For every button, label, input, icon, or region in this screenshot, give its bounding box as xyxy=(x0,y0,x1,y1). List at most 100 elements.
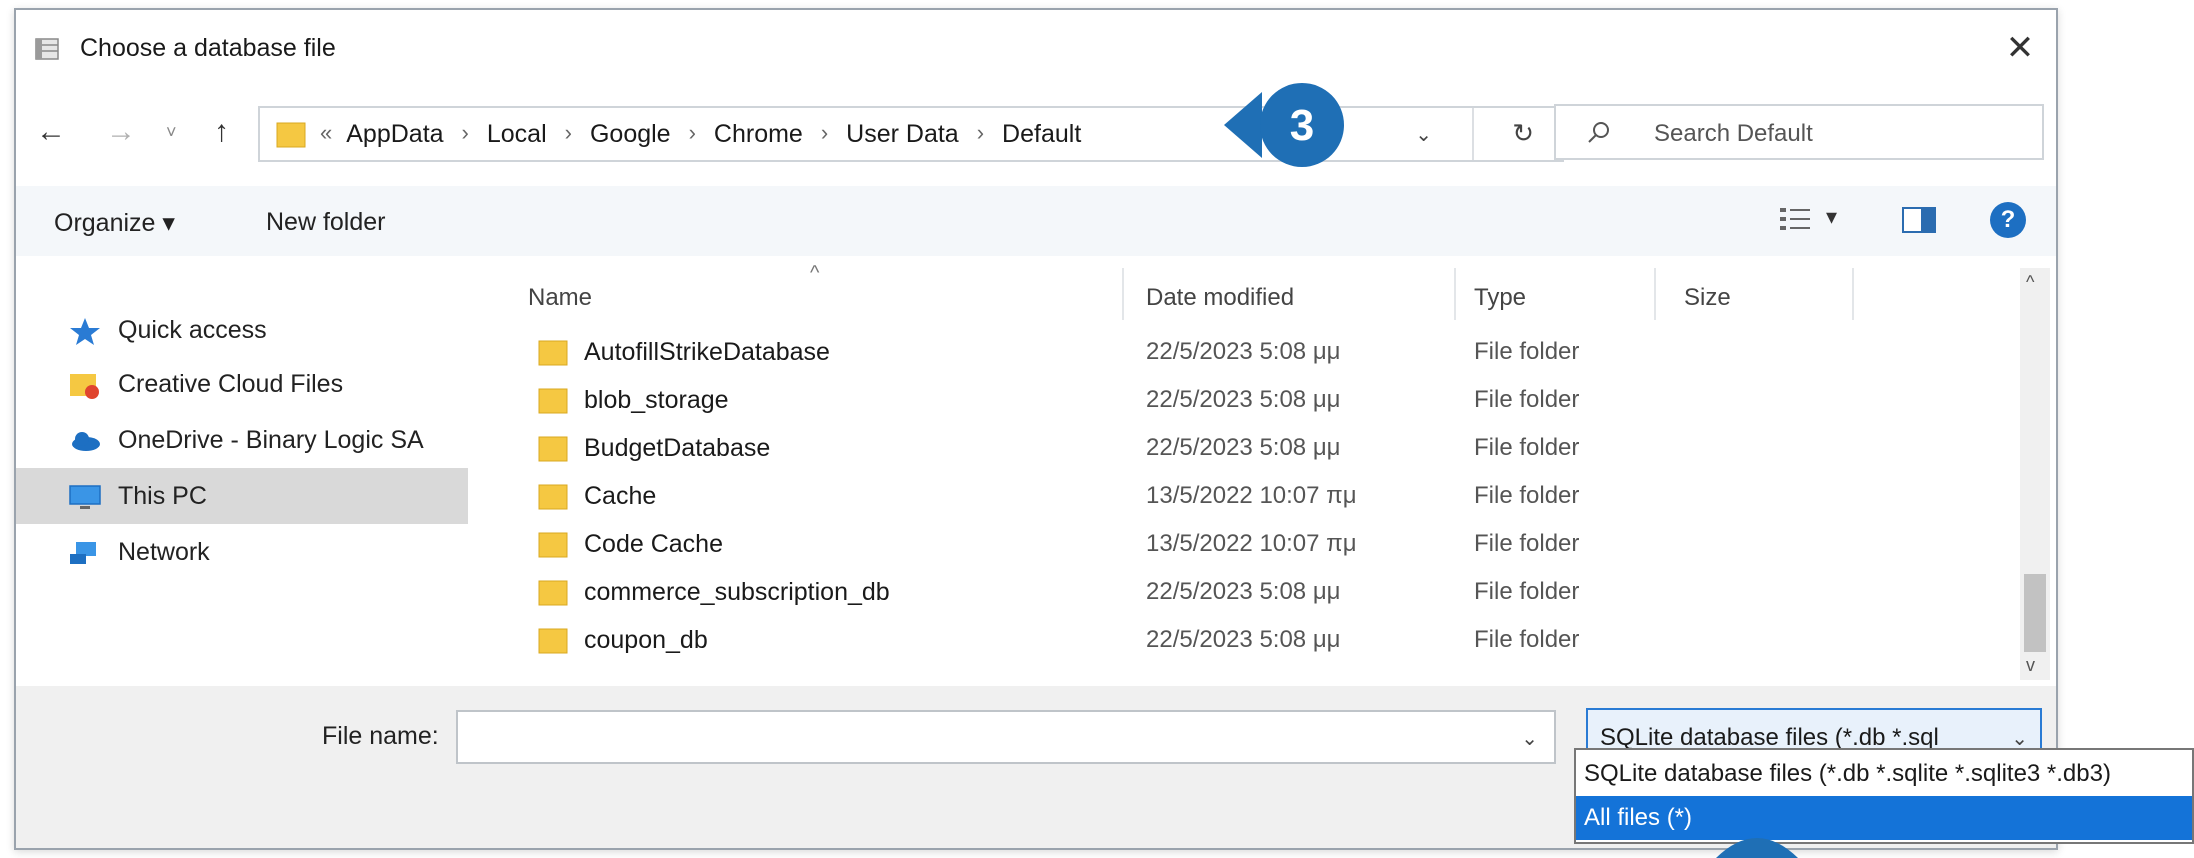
address-bar[interactable]: « AppData › Local › Google › Chrome › Us… xyxy=(258,106,1564,162)
file-type: File folder xyxy=(1474,530,1580,557)
search-icon xyxy=(1588,122,1609,143)
file-name: Cache xyxy=(584,482,657,510)
file-list: ^ Name Date modified Type Size AutofillS… xyxy=(492,262,2036,684)
file-dialog: Choose a database file ✕ ← → ˅ ↑ « AppDa… xyxy=(14,8,2058,850)
sidebar-item-quick-access[interactable]: Quick access xyxy=(16,302,468,358)
column-header-date-modified[interactable]: Date modified xyxy=(1146,284,1294,312)
scroll-thumb[interactable] xyxy=(2024,574,2046,652)
column-divider[interactable] xyxy=(1122,268,1124,320)
details-view-icon xyxy=(1780,208,1810,230)
file-name: BudgetDatabase xyxy=(584,434,771,462)
breadcrumb-item-chrome[interactable]: Chrome xyxy=(714,120,803,149)
breadcrumb-item-google[interactable]: Google xyxy=(590,120,671,149)
sidebar-item-onedrive[interactable]: OneDrive - Binary Logic SA xyxy=(16,412,468,468)
step-badge: 3 xyxy=(1224,83,1344,167)
folder-icon xyxy=(538,436,568,462)
table-row[interactable]: Code Cache 13/5/2022 10:07 πμ File folde… xyxy=(492,520,2036,568)
file-name: Code Cache xyxy=(584,530,723,558)
command-toolbar: Organize ▾ New folder ▾ ? xyxy=(16,186,2056,256)
vertical-scrollbar[interactable]: ^ v xyxy=(2020,268,2050,680)
refresh-button[interactable]: ↻ xyxy=(1512,118,1534,149)
address-dropdown-button[interactable]: ⌄ xyxy=(1415,122,1432,147)
address-divider xyxy=(1472,108,1474,160)
breadcrumb-separator[interactable]: › xyxy=(462,120,469,149)
file-name: blob_storage xyxy=(584,386,729,414)
breadcrumb-separator[interactable]: › xyxy=(689,120,696,149)
navigation-pane: Quick access Creative Cloud Files OneDri… xyxy=(16,268,478,684)
sidebar-item-label: Creative Cloud Files xyxy=(118,370,344,398)
file-type: File folder xyxy=(1474,482,1580,509)
breadcrumb-item-local[interactable]: Local xyxy=(487,120,547,149)
file-date: 22/5/2023 5:08 μμ xyxy=(1146,626,1341,653)
table-row[interactable]: AutofillStrikeDatabase 22/5/2023 5:08 μμ… xyxy=(492,328,2036,376)
preview-pane-icon[interactable] xyxy=(1902,206,1936,234)
file-type-option-all-files[interactable]: All files (*) xyxy=(1576,796,2192,840)
back-button[interactable]: ← xyxy=(36,110,66,154)
breadcrumb-item-user-data[interactable]: User Data xyxy=(846,120,959,149)
sidebar-item-label: This PC xyxy=(118,482,207,510)
folder-icon xyxy=(276,122,306,148)
column-header-size[interactable]: Size xyxy=(1684,284,1731,312)
column-header-name[interactable]: Name xyxy=(528,284,592,312)
table-row[interactable]: commerce_subscription_db 22/5/2023 5:08 … xyxy=(492,568,2036,616)
folder-icon xyxy=(538,388,568,414)
sidebar-item-label: Network xyxy=(118,538,210,566)
file-name-label: File name: xyxy=(322,722,439,750)
monitor-icon xyxy=(69,485,101,509)
table-row[interactable]: blob_storage 22/5/2023 5:08 μμ File fold… xyxy=(492,376,2036,424)
table-row[interactable]: BudgetDatabase 22/5/2023 5:08 μμ File fo… xyxy=(492,424,2036,472)
dialog-title: Choose a database file xyxy=(80,34,336,62)
breadcrumb-item-default[interactable]: Default xyxy=(1002,120,1081,149)
breadcrumb: « AppData › Local › Google › Chrome › Us… xyxy=(320,120,1081,149)
creative-cloud-folder-icon xyxy=(70,374,99,399)
folder-icon xyxy=(538,340,568,366)
breadcrumb-overflow[interactable]: « xyxy=(320,120,332,149)
column-divider[interactable] xyxy=(1454,268,1456,320)
sort-ascending-icon: ^ xyxy=(810,262,820,284)
search-box[interactable]: Search Default xyxy=(1554,104,2044,160)
file-date: 22/5/2023 5:08 μμ xyxy=(1146,434,1341,461)
table-row[interactable]: Cache 13/5/2022 10:07 πμ File folder xyxy=(492,472,2036,520)
file-name-dropdown-button[interactable]: ⌄ xyxy=(1521,726,1538,751)
file-date: 22/5/2023 5:08 μμ xyxy=(1146,338,1341,365)
folder-icon xyxy=(538,484,568,510)
file-name-field[interactable]: ⌄ xyxy=(456,710,1556,764)
sidebar-item-this-pc[interactable]: This PC xyxy=(16,468,468,524)
file-type: File folder xyxy=(1474,338,1580,365)
file-type: File folder xyxy=(1474,434,1580,461)
close-button[interactable]: ✕ xyxy=(1998,26,2042,70)
scroll-up-button[interactable]: ^ xyxy=(2026,272,2034,293)
file-date: 22/5/2023 5:08 μμ xyxy=(1146,578,1341,605)
file-type-options-list: SQLite database files (*.db *.sqlite *.s… xyxy=(1574,748,2194,844)
file-name: commerce_subscription_db xyxy=(584,578,890,606)
forward-button[interactable]: → xyxy=(106,110,136,154)
scroll-down-button[interactable]: v xyxy=(2026,655,2035,676)
table-row[interactable]: coupon_db 22/5/2023 5:08 μμ File folder xyxy=(492,616,2036,664)
file-date: 13/5/2022 10:07 πμ xyxy=(1146,530,1357,557)
breadcrumb-separator[interactable]: › xyxy=(565,120,572,149)
help-button[interactable]: ? xyxy=(1990,202,2026,238)
up-button[interactable]: ↑ xyxy=(214,110,229,154)
breadcrumb-separator[interactable]: › xyxy=(821,120,828,149)
breadcrumb-item-appdata[interactable]: AppData xyxy=(346,120,443,149)
sidebar-item-network[interactable]: Network xyxy=(16,524,468,580)
file-date: 13/5/2022 10:07 πμ xyxy=(1146,482,1357,509)
column-divider[interactable] xyxy=(1852,268,1854,320)
callout-pointer xyxy=(1716,838,1798,858)
file-date: 22/5/2023 5:08 μμ xyxy=(1146,386,1341,413)
sidebar-item-label: Quick access xyxy=(118,316,267,344)
file-type-option-sqlite[interactable]: SQLite database files (*.db *.sqlite *.s… xyxy=(1576,752,2192,796)
star-icon xyxy=(70,318,100,345)
sidebar-item-creative-cloud[interactable]: Creative Cloud Files xyxy=(16,356,468,412)
view-options-button[interactable]: ▾ xyxy=(1778,204,1848,234)
recent-locations-button[interactable]: ˅ xyxy=(166,110,177,154)
file-type: File folder xyxy=(1474,578,1580,605)
organize-button[interactable]: Organize ▾ xyxy=(54,208,175,238)
column-divider[interactable] xyxy=(1654,268,1656,320)
file-type: File folder xyxy=(1474,386,1580,413)
new-folder-button[interactable]: New folder xyxy=(266,208,386,237)
search-input[interactable]: Search Default xyxy=(1654,120,1813,148)
navigation-bar: ← → ˅ ↑ « AppData › Local › Google › Chr… xyxy=(16,96,2056,168)
column-header-type[interactable]: Type xyxy=(1474,284,1526,312)
breadcrumb-separator[interactable]: › xyxy=(977,120,984,149)
